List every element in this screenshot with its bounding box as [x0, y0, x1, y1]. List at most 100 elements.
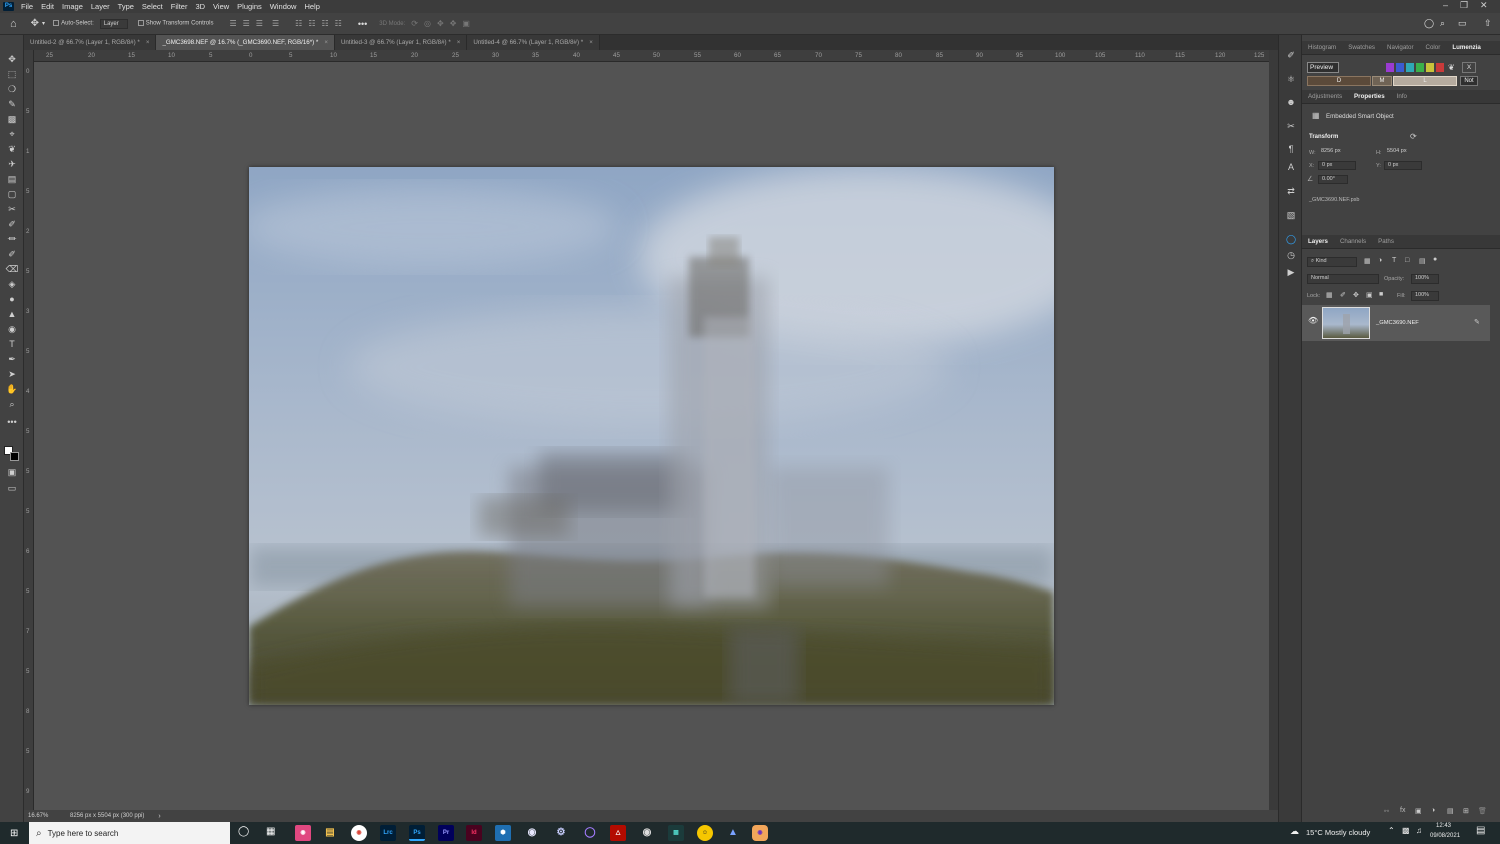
swatch-blue[interactable] [1396, 63, 1404, 72]
layer-kind-filter[interactable]: ⌕ Kind [1307, 257, 1357, 267]
chevron-down-icon[interactable]: ▾ [42, 20, 45, 27]
vertical-scrollbar[interactable] [1269, 50, 1278, 810]
eyedropper-tool-icon[interactable]: ❦ [5, 143, 19, 155]
marquee-tool-icon[interactable]: ⬚ [5, 68, 19, 80]
tab-channels[interactable]: Channels [1334, 238, 1372, 245]
tab-layers[interactable]: Layers [1302, 238, 1334, 245]
blend-mode-dropdown[interactable]: Normal [1307, 274, 1379, 284]
angle-field[interactable]: 0.00° [1318, 175, 1348, 184]
new-group-icon[interactable]: ▤ [1447, 807, 1454, 815]
delete-layer-icon[interactable]: 🗑 [1478, 807, 1487, 815]
filter-shape-icon[interactable]: □ [1405, 257, 1409, 264]
show-transform-checkbox[interactable]: Show Transform Controls [137, 20, 213, 27]
align-top-icon[interactable]: ☷ [295, 19, 302, 28]
lock-all-icon[interactable]: ■ [1379, 291, 1383, 298]
preview-dropdown[interactable]: Preview [1307, 62, 1339, 73]
app-icon-cube[interactable]: ⬢ [495, 825, 511, 841]
photoshop-taskbar-icon[interactable]: Ps [409, 825, 425, 841]
edit-toolbar-icon[interactable]: ••• [5, 416, 19, 428]
vertical-ruler[interactable]: 0 5 1 5 2 5 3 5 4 5 5 5 6 5 7 5 8 5 9 [24, 50, 34, 810]
3d-slide-icon[interactable]: ✥ [450, 19, 457, 28]
cortana-icon[interactable]: ◯ [238, 826, 249, 837]
scissors-tool-icon[interactable]: ✂ [5, 203, 19, 215]
minimize-icon[interactable]: – [1443, 0, 1448, 10]
lasso-tool-icon[interactable]: ❍ [5, 83, 19, 95]
doc-tab-untitled-4[interactable]: Untitled-4 @ 66.7% (Layer 1, RGB/8#) * × [467, 35, 600, 50]
lumenzia-x-button[interactable]: X [1462, 62, 1476, 73]
fx-icon[interactable]: fx [1400, 807, 1405, 814]
zoom-level[interactable]: 16.67% [28, 813, 64, 819]
tab-histogram[interactable]: Histogram [1302, 44, 1342, 51]
close-icon[interactable]: ✕ [1480, 0, 1488, 11]
crop-tool-icon[interactable]: ⌖ [5, 128, 19, 140]
height-field[interactable]: 5504 px [1384, 148, 1430, 157]
align-right-icon[interactable]: ☰ [256, 19, 263, 28]
align-left-icon[interactable]: ☰ [229, 19, 236, 28]
swatch-red[interactable] [1436, 63, 1444, 72]
blur-tool-icon[interactable]: ● [5, 293, 19, 305]
indesign-icon[interactable]: Id [466, 825, 482, 841]
distribute-icon[interactable]: ☰ [272, 19, 279, 28]
object-select-tool-icon[interactable]: ▩ [5, 113, 19, 125]
actions-play-icon[interactable]: ▶ [1284, 266, 1298, 278]
filter-adjustment-icon[interactable]: ◑ [1378, 257, 1382, 264]
swatch-yellow[interactable] [1426, 63, 1434, 72]
horizontal-ruler[interactable]: 25 20 15 10 5 0 5 10 15 20 25 30 35 40 4… [34, 50, 1269, 62]
menu-select[interactable]: Select [138, 2, 167, 11]
lock-artboard-icon[interactable]: ▣ [1366, 291, 1373, 299]
swatch-cyan[interactable] [1406, 63, 1414, 72]
lumenzia-d-button[interactable]: D [1307, 76, 1371, 86]
y-field[interactable]: 0 px [1384, 161, 1422, 170]
close-tab-icon[interactable]: × [457, 39, 461, 46]
background-color-swatch[interactable] [10, 452, 19, 461]
user-icon[interactable]: ☻ [1284, 96, 1298, 108]
quick-select-tool-icon[interactable]: ✎ [5, 98, 19, 110]
align-center-icon[interactable]: ☰ [243, 19, 250, 28]
3d-scale-icon[interactable]: ▣ [462, 19, 470, 28]
file-explorer-icon[interactable]: ▤ [322, 825, 338, 841]
frame-tool-icon[interactable]: ▢ [5, 188, 19, 200]
link-layers-icon[interactable]: ⚯ [1384, 808, 1389, 815]
task-view-icon[interactable]: ▦ [266, 826, 275, 837]
menu-file[interactable]: File [17, 2, 37, 11]
tab-properties[interactable]: Properties [1348, 93, 1391, 100]
document-info[interactable]: 8256 px x 5504 px (300 ppi) [70, 813, 144, 819]
swatch-purple[interactable] [1386, 63, 1394, 72]
lumenzia-not-button[interactable]: Not [1460, 76, 1478, 86]
tab-color[interactable]: Color [1420, 44, 1447, 51]
app-icon-yellow[interactable]: ☺ [697, 825, 713, 841]
more-options-icon[interactable]: ••• [358, 19, 367, 29]
share-icon[interactable]: ⇧ [1484, 18, 1492, 29]
windows-start-icon[interactable]: ⊞ [10, 828, 18, 839]
distribute-v-icon[interactable]: ☷ [335, 19, 342, 28]
type-tool-icon[interactable]: T [5, 338, 19, 350]
menu-edit[interactable]: Edit [37, 2, 58, 11]
clock-date[interactable]: 09/08/2021 [1430, 833, 1460, 839]
lock-position-icon[interactable]: ✥ [1353, 291, 1359, 299]
path-select-tool-icon[interactable]: ➤ [5, 368, 19, 380]
brush-tool-icon[interactable]: ✐ [5, 218, 19, 230]
menu-view[interactable]: View [209, 2, 233, 11]
history-brush-tool-icon[interactable]: ✐ [5, 248, 19, 260]
3d-roll-icon[interactable]: ◎ [424, 19, 431, 28]
filter-smart-object-icon[interactable]: ▤ [1419, 257, 1426, 265]
scissors-icon[interactable]: ✂ [1284, 120, 1298, 132]
restore-icon[interactable]: ❐ [1460, 0, 1468, 11]
chrome-icon[interactable]: ◉ [351, 825, 367, 841]
smart-filter-icon[interactable]: ✎ [1474, 318, 1480, 326]
app-icon-gear[interactable]: ⚙ [553, 825, 569, 841]
hand-tool-icon[interactable]: ✋ [5, 383, 19, 395]
network-icon[interactable]: ▩ [1402, 826, 1410, 835]
filter-type-icon[interactable]: T [1392, 257, 1396, 264]
reset-transform-icon[interactable]: ⟳ [1410, 132, 1417, 141]
search-icon[interactable]: ◯ [1424, 18, 1434, 29]
align-bottom-icon[interactable]: ☷ [321, 19, 328, 28]
menu-image[interactable]: Image [58, 2, 87, 11]
align-middle-icon[interactable]: ☷ [308, 19, 315, 28]
lumenzia-m-button[interactable]: M [1372, 76, 1392, 86]
weather-icon[interactable]: ☁ [1290, 826, 1299, 837]
app-icon-camera[interactable]: ◉ [639, 825, 655, 841]
auto-select-dropdown[interactable]: Layer [99, 18, 128, 29]
close-tab-icon[interactable]: × [146, 39, 150, 46]
app-icon-terminal[interactable]: ▩ [668, 825, 684, 841]
